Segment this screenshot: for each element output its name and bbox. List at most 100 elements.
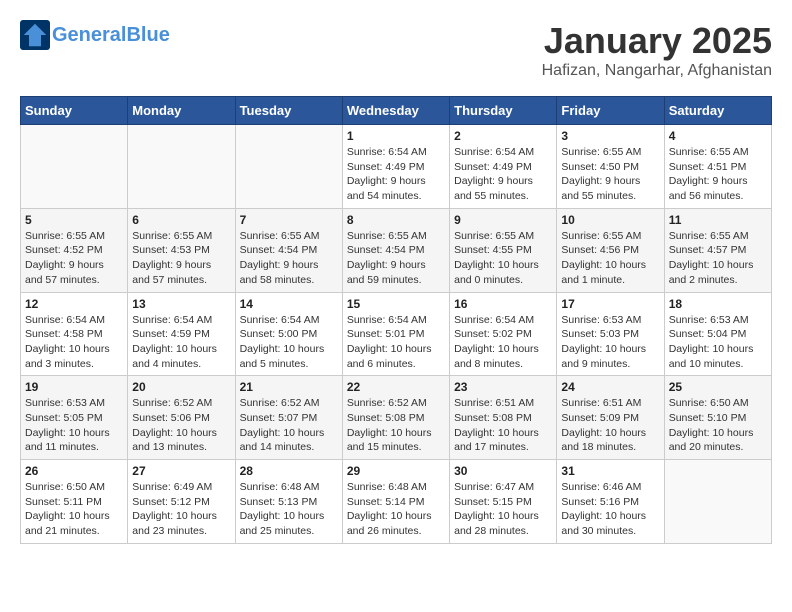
day-info: Sunrise: 6:52 AM Sunset: 5:08 PM Dayligh… — [347, 396, 445, 455]
day-info: Sunrise: 6:53 AM Sunset: 5:05 PM Dayligh… — [25, 396, 123, 455]
day-number: 4 — [669, 129, 767, 143]
day-number: 14 — [240, 297, 338, 311]
day-info: Sunrise: 6:55 AM Sunset: 4:56 PM Dayligh… — [561, 229, 659, 288]
day-info: Sunrise: 6:48 AM Sunset: 5:13 PM Dayligh… — [240, 480, 338, 539]
calendar-header: SundayMondayTuesdayWednesdayThursdayFrid… — [21, 97, 772, 125]
location-title: Hafizan, Nangarhar, Afghanistan — [542, 62, 772, 80]
day-number: 26 — [25, 464, 123, 478]
day-number: 18 — [669, 297, 767, 311]
day-info: Sunrise: 6:55 AM Sunset: 4:54 PM Dayligh… — [240, 229, 338, 288]
day-info: Sunrise: 6:54 AM Sunset: 4:49 PM Dayligh… — [347, 145, 445, 204]
day-number: 25 — [669, 380, 767, 394]
calendar-cell: 17 Sunrise: 6:53 AM Sunset: 5:03 PM Dayli… — [557, 292, 664, 376]
page-header: GeneralBlue January 2025 Hafizan, Nangar… — [20, 20, 772, 80]
calendar-cell: 4 Sunrise: 6:55 AM Sunset: 4:51 PM Daylig… — [664, 125, 771, 209]
calendar-cell: 15 Sunrise: 6:54 AM Sunset: 5:01 PM Dayli… — [342, 292, 449, 376]
day-info: Sunrise: 6:49 AM Sunset: 5:12 PM Dayligh… — [132, 480, 230, 539]
day-info: Sunrise: 6:50 AM Sunset: 5:10 PM Dayligh… — [669, 396, 767, 455]
day-info: Sunrise: 6:53 AM Sunset: 5:03 PM Dayligh… — [561, 313, 659, 372]
calendar-cell — [128, 125, 235, 209]
calendar-cell: 25 Sunrise: 6:50 AM Sunset: 5:10 PM Dayli… — [664, 376, 771, 460]
day-info: Sunrise: 6:55 AM Sunset: 4:50 PM Dayligh… — [561, 145, 659, 204]
day-number: 22 — [347, 380, 445, 394]
day-info: Sunrise: 6:48 AM Sunset: 5:14 PM Dayligh… — [347, 480, 445, 539]
day-number: 23 — [454, 380, 552, 394]
day-info: Sunrise: 6:55 AM Sunset: 4:51 PM Dayligh… — [669, 145, 767, 204]
calendar-cell: 26 Sunrise: 6:50 AM Sunset: 5:11 PM Dayli… — [21, 460, 128, 544]
day-number: 27 — [132, 464, 230, 478]
day-number: 2 — [454, 129, 552, 143]
calendar-cell: 19 Sunrise: 6:53 AM Sunset: 5:05 PM Dayli… — [21, 376, 128, 460]
day-number: 21 — [240, 380, 338, 394]
weekday-header: Saturday — [664, 97, 771, 125]
logo-line1: General — [52, 24, 126, 46]
day-info: Sunrise: 6:55 AM Sunset: 4:54 PM Dayligh… — [347, 229, 445, 288]
calendar-cell: 21 Sunrise: 6:52 AM Sunset: 5:07 PM Dayli… — [235, 376, 342, 460]
day-number: 5 — [25, 213, 123, 227]
day-number: 24 — [561, 380, 659, 394]
day-info: Sunrise: 6:50 AM Sunset: 5:11 PM Dayligh… — [25, 480, 123, 539]
logo-line2: Blue — [126, 24, 169, 46]
calendar-week-row: 26 Sunrise: 6:50 AM Sunset: 5:11 PM Dayli… — [21, 460, 772, 544]
day-info: Sunrise: 6:54 AM Sunset: 5:02 PM Dayligh… — [454, 313, 552, 372]
day-info: Sunrise: 6:52 AM Sunset: 5:06 PM Dayligh… — [132, 396, 230, 455]
calendar-week-row: 19 Sunrise: 6:53 AM Sunset: 5:05 PM Dayli… — [21, 376, 772, 460]
calendar-cell: 18 Sunrise: 6:53 AM Sunset: 5:04 PM Dayli… — [664, 292, 771, 376]
day-number: 29 — [347, 464, 445, 478]
calendar-cell: 27 Sunrise: 6:49 AM Sunset: 5:12 PM Dayli… — [128, 460, 235, 544]
calendar-cell: 6 Sunrise: 6:55 AM Sunset: 4:53 PM Daylig… — [128, 208, 235, 292]
weekday-header: Friday — [557, 97, 664, 125]
day-number: 10 — [561, 213, 659, 227]
weekday-header: Thursday — [450, 97, 557, 125]
day-number: 15 — [347, 297, 445, 311]
day-info: Sunrise: 6:52 AM Sunset: 5:07 PM Dayligh… — [240, 396, 338, 455]
day-number: 13 — [132, 297, 230, 311]
day-info: Sunrise: 6:54 AM Sunset: 5:00 PM Dayligh… — [240, 313, 338, 372]
day-info: Sunrise: 6:55 AM Sunset: 4:55 PM Dayligh… — [454, 229, 552, 288]
day-info: Sunrise: 6:51 AM Sunset: 5:09 PM Dayligh… — [561, 396, 659, 455]
day-number: 16 — [454, 297, 552, 311]
calendar-cell: 23 Sunrise: 6:51 AM Sunset: 5:08 PM Dayli… — [450, 376, 557, 460]
calendar-cell: 5Sunrise: 6:55 AM Sunset: 4:52 PM Daylig… — [21, 208, 128, 292]
calendar-cell: 13 Sunrise: 6:54 AM Sunset: 4:59 PM Dayli… — [128, 292, 235, 376]
day-number: 19 — [25, 380, 123, 394]
day-number: 7 — [240, 213, 338, 227]
day-info: Sunrise: 6:54 AM Sunset: 4:58 PM Dayligh… — [25, 313, 123, 372]
calendar-cell: 7 Sunrise: 6:55 AM Sunset: 4:54 PM Daylig… — [235, 208, 342, 292]
calendar-cell: 22 Sunrise: 6:52 AM Sunset: 5:08 PM Dayli… — [342, 376, 449, 460]
logo-text: GeneralBlue — [52, 24, 170, 46]
calendar-cell: 1 Sunrise: 6:54 AM Sunset: 4:49 PM Daylig… — [342, 125, 449, 209]
calendar-cell: 9 Sunrise: 6:55 AM Sunset: 4:55 PM Daylig… — [450, 208, 557, 292]
weekday-header: Sunday — [21, 97, 128, 125]
day-info: Sunrise: 6:54 AM Sunset: 4:59 PM Dayligh… — [132, 313, 230, 372]
day-number: 6 — [132, 213, 230, 227]
day-number: 28 — [240, 464, 338, 478]
title-section: January 2025 Hafizan, Nangarhar, Afghani… — [542, 20, 772, 80]
day-number: 17 — [561, 297, 659, 311]
calendar-cell: 2Sunrise: 6:54 AM Sunset: 4:49 PM Daylig… — [450, 125, 557, 209]
calendar-cell — [664, 460, 771, 544]
day-number: 9 — [454, 213, 552, 227]
calendar-cell — [235, 125, 342, 209]
day-info: Sunrise: 6:54 AM Sunset: 5:01 PM Dayligh… — [347, 313, 445, 372]
calendar-cell: 14 Sunrise: 6:54 AM Sunset: 5:00 PM Dayli… — [235, 292, 342, 376]
day-info: Sunrise: 6:46 AM Sunset: 5:16 PM Dayligh… — [561, 480, 659, 539]
day-info: Sunrise: 6:55 AM Sunset: 4:53 PM Dayligh… — [132, 229, 230, 288]
calendar-body: 1 Sunrise: 6:54 AM Sunset: 4:49 PM Daylig… — [21, 125, 772, 544]
month-title: January 2025 — [542, 20, 772, 62]
day-number: 30 — [454, 464, 552, 478]
day-info: Sunrise: 6:51 AM Sunset: 5:08 PM Dayligh… — [454, 396, 552, 455]
calendar-week-row: 5Sunrise: 6:55 AM Sunset: 4:52 PM Daylig… — [21, 208, 772, 292]
calendar-cell — [21, 125, 128, 209]
calendar-week-row: 1 Sunrise: 6:54 AM Sunset: 4:49 PM Daylig… — [21, 125, 772, 209]
calendar-cell: 8Sunrise: 6:55 AM Sunset: 4:54 PM Daylig… — [342, 208, 449, 292]
weekday-header: Wednesday — [342, 97, 449, 125]
day-number: 1 — [347, 129, 445, 143]
logo-icon — [20, 20, 50, 50]
calendar-cell: 29 Sunrise: 6:48 AM Sunset: 5:14 PM Dayli… — [342, 460, 449, 544]
calendar-cell: 24 Sunrise: 6:51 AM Sunset: 5:09 PM Dayli… — [557, 376, 664, 460]
calendar-table: SundayMondayTuesdayWednesdayThursdayFrid… — [20, 96, 772, 544]
day-info: Sunrise: 6:47 AM Sunset: 5:15 PM Dayligh… — [454, 480, 552, 539]
calendar-cell: 10 Sunrise: 6:55 AM Sunset: 4:56 PM Dayli… — [557, 208, 664, 292]
day-info: Sunrise: 6:53 AM Sunset: 5:04 PM Dayligh… — [669, 313, 767, 372]
